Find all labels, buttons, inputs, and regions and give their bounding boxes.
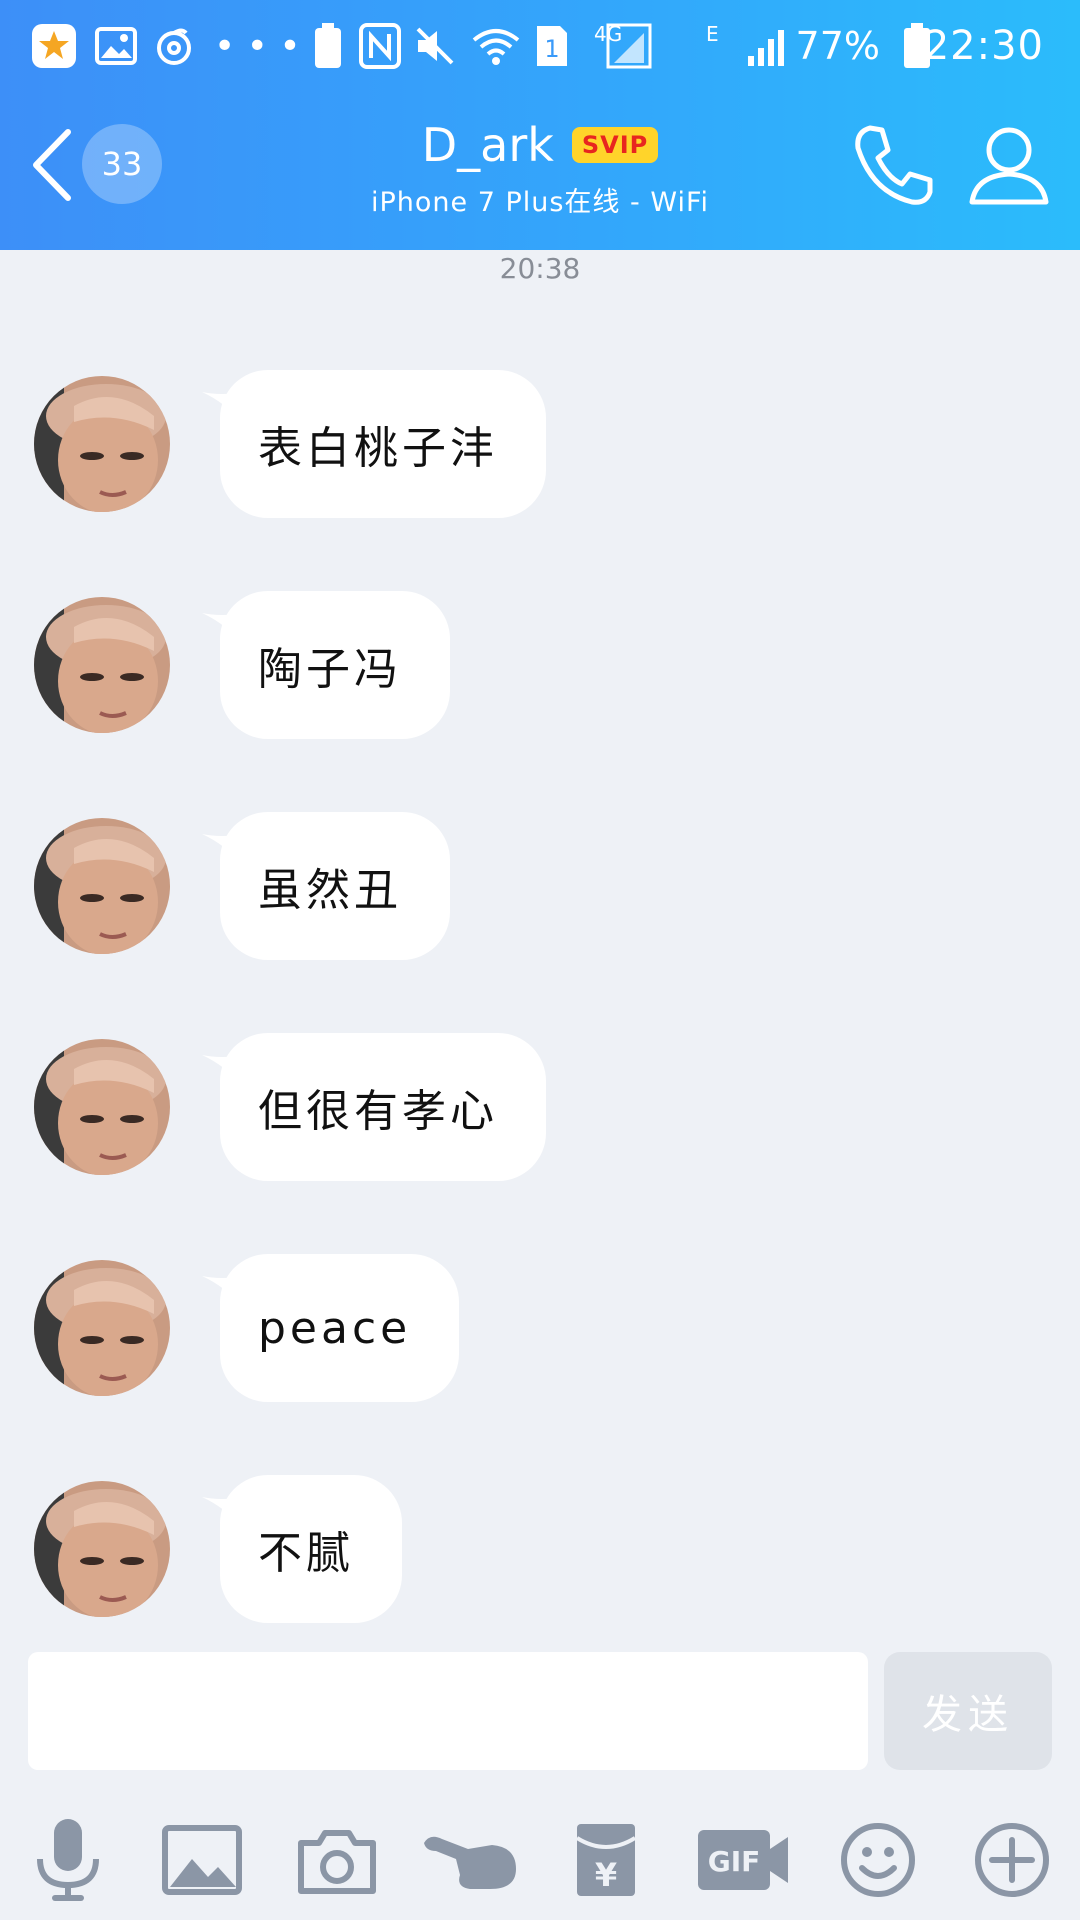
chat-header: • • • 1 4G E 77% 22:30 33 D_ark SVIP iPh… [0, 0, 1080, 250]
wifi-icon [470, 16, 522, 76]
message-bubble[interactable]: 虽然丑 [220, 812, 450, 960]
battery-percent: 77% [795, 24, 880, 68]
gallery-notification-icon [94, 16, 138, 76]
gif-label: GIF [708, 1845, 761, 1878]
network-type-2-label: E [706, 22, 719, 46]
send-button[interactable]: 发送 [884, 1652, 1052, 1770]
avatar[interactable] [34, 1260, 170, 1396]
gif-icon: GIF [698, 1830, 788, 1890]
voice-button[interactable] [18, 1810, 118, 1910]
emoji-button[interactable] [828, 1810, 928, 1910]
clock: 22:30 [923, 23, 1044, 69]
avatar[interactable] [34, 1481, 170, 1617]
profile-button[interactable] [964, 120, 1054, 210]
message-row: peace [34, 1254, 934, 1404]
message-bubble[interactable]: 陶子冯 [220, 591, 450, 739]
contact-name: D_ark [421, 118, 554, 172]
message-bubble[interactable]: 表白桃子沣 [220, 370, 546, 518]
more-notifications-icon: • • • [214, 25, 301, 67]
unread-count-badge[interactable]: 33 [82, 124, 162, 204]
message-bubble[interactable]: peace [220, 1254, 460, 1402]
message-row: 虽然丑 [34, 812, 934, 962]
microphone-icon [37, 1819, 99, 1901]
mute-icon [412, 16, 458, 76]
poke-icon [424, 1836, 516, 1889]
image-icon [162, 1825, 242, 1895]
camera-button[interactable] [287, 1810, 387, 1910]
input-toolbar: ¥ GIF [0, 1800, 1080, 1920]
message-timestamp: 20:38 [499, 252, 581, 285]
app-notification-icon [30, 16, 78, 76]
avatar[interactable] [34, 1039, 170, 1175]
message-bubble[interactable]: 但很有孝心 [220, 1033, 546, 1181]
sim-slot-icon: 1 [534, 16, 570, 76]
battery-saver-icon [312, 16, 344, 76]
phone-icon [855, 125, 933, 205]
svip-badge: SVIP [571, 127, 659, 163]
camera-icon [298, 1830, 376, 1894]
person-icon [969, 127, 1049, 205]
red-packet-button[interactable]: ¥ [556, 1810, 656, 1910]
emoji-icon [841, 1823, 915, 1897]
online-status: iPhone 7 Plus在线 - WiFi [370, 187, 710, 218]
signal-icon [604, 16, 654, 76]
chat-title-area[interactable]: D_ark SVIP iPhone 7 Plus在线 - WiFi [300, 118, 780, 219]
sim-slot-label: 1 [544, 35, 559, 63]
message-row: 陶子冯 [34, 591, 934, 741]
red-packet-icon: ¥ [575, 1824, 637, 1896]
nfc-icon [358, 16, 402, 76]
plus-icon [975, 1823, 1049, 1897]
music-notification-icon [152, 16, 196, 76]
photo-button[interactable] [152, 1810, 252, 1910]
status-bar: • • • 1 4G E 77% 22:30 [0, 0, 1080, 92]
more-button[interactable] [962, 1810, 1062, 1910]
call-button[interactable] [848, 120, 938, 210]
message-bubble[interactable]: 不腻 [220, 1475, 402, 1623]
avatar[interactable] [34, 818, 170, 954]
chevron-left-icon [33, 129, 71, 201]
poke-button[interactable] [420, 1810, 520, 1910]
signal-2-icon [746, 16, 790, 76]
red-packet-label: ¥ [595, 1856, 617, 1894]
message-input-row: 发送 [0, 1640, 1080, 1780]
avatar[interactable] [34, 376, 170, 512]
avatar[interactable] [34, 597, 170, 733]
message-row: 不腻 [34, 1475, 934, 1625]
gif-button[interactable]: GIF [690, 1810, 796, 1910]
message-row: 表白桃子沣 [34, 370, 934, 520]
back-button[interactable] [22, 120, 82, 210]
message-row: 但很有孝心 [34, 1033, 934, 1183]
message-input[interactable] [28, 1652, 868, 1770]
